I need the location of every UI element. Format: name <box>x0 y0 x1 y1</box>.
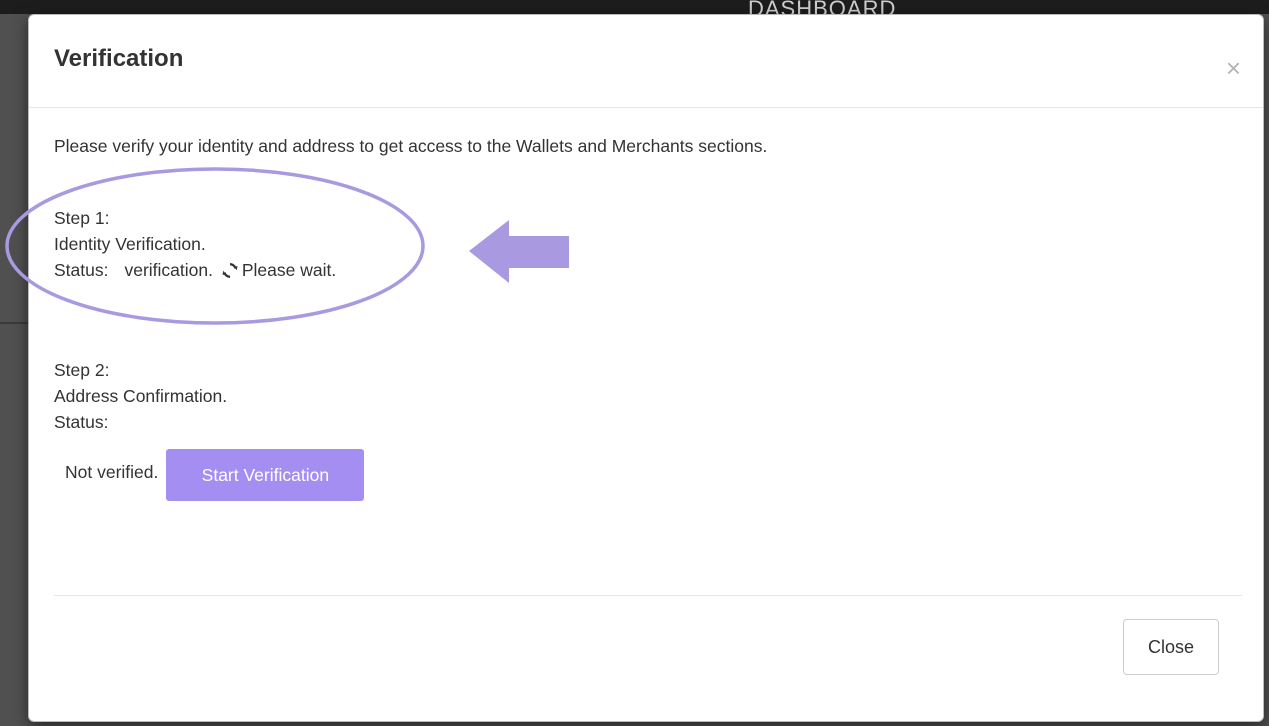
backdrop-navbar <box>0 0 1269 14</box>
step-1-block: Step 1: Identity Verification. Status: ve… <box>54 205 336 286</box>
close-icon[interactable]: × <box>1226 55 1241 81</box>
modal-header: Verification × <box>29 15 1263 108</box>
step-2-action-row: Not verified. Start Verification <box>65 449 365 501</box>
intro-text: Please verify your identity and address … <box>54 136 768 156</box>
step-1-status-value: verification. <box>124 260 213 280</box>
backdrop-divider <box>0 322 28 324</box>
step-1-status: Status: verification. Please wait. <box>54 257 336 286</box>
step-2-status-value: Not verified. <box>65 461 159 482</box>
verification-modal: Verification × Please verify your identi… <box>28 14 1264 722</box>
footer-divider <box>54 595 1242 596</box>
close-button[interactable]: Close <box>1123 619 1219 675</box>
step-2-name: Address Confirmation. <box>54 386 228 406</box>
step-1-name: Identity Verification. <box>54 234 206 254</box>
start-verification-button[interactable]: Start Verification <box>166 449 365 501</box>
step-2-status-label: Status: <box>54 412 109 432</box>
refresh-icon <box>222 260 238 286</box>
modal-title: Verification <box>54 45 184 72</box>
step-1-status-label: Status: <box>54 260 109 280</box>
step-1-wait-text: Please wait. <box>241 260 337 280</box>
step-2-block: Step 2: Address Confirmation. Status: <box>54 357 227 435</box>
step-1-heading: Step 1: <box>54 208 110 228</box>
step-2-heading: Step 2: <box>54 360 110 380</box>
